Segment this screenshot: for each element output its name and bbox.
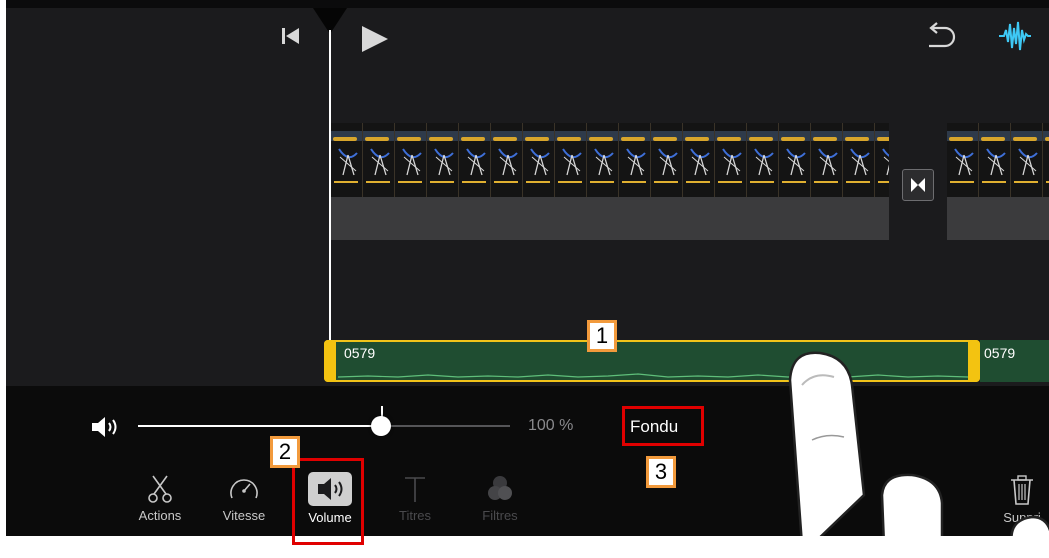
next-video-clip-filmstrip[interactable]	[947, 123, 1049, 197]
video-frame-thumbnail	[715, 123, 747, 197]
tool-filters: Filtres	[464, 474, 536, 523]
tool-titles: Titres	[379, 474, 451, 523]
bowtie-transition-icon	[911, 178, 925, 192]
video-clip-track	[331, 197, 889, 240]
trim-handle-left[interactable]	[324, 340, 336, 382]
video-frame-thumbnail	[555, 123, 587, 197]
video-frame-thumbnail	[651, 123, 683, 197]
tool-label: Vitesse	[222, 508, 266, 523]
pointing-hand-icon	[788, 351, 1049, 536]
volume-tool-callout-box	[292, 458, 364, 545]
status-strip	[6, 0, 1049, 8]
playhead-line	[329, 30, 331, 382]
tool-label: Titres	[398, 508, 432, 523]
audio-waveform-icon[interactable]	[998, 20, 1032, 52]
video-frame-thumbnail	[491, 123, 523, 197]
video-frame-thumbnail	[1011, 123, 1043, 197]
undo-icon[interactable]	[923, 22, 957, 50]
video-frame-thumbnail	[427, 123, 459, 197]
callout-badge-3: 3	[646, 456, 676, 488]
video-frame-thumbnail	[979, 123, 1011, 197]
volume-slider-track-filled[interactable]	[138, 425, 382, 427]
volume-percent: 100 %	[528, 417, 574, 434]
play-icon[interactable]	[360, 25, 390, 53]
video-frame-thumbnail	[587, 123, 619, 197]
callout-badge-2: 2	[270, 436, 300, 468]
video-frame-thumbnail	[683, 123, 715, 197]
video-frame-thumbnail	[875, 123, 889, 197]
video-frame-thumbnail	[459, 123, 491, 197]
video-frame-thumbnail	[395, 123, 427, 197]
tool-label: Filtres	[482, 508, 518, 523]
video-frame-thumbnail	[747, 123, 779, 197]
next-video-clip-track	[947, 197, 1049, 240]
scissors-icon	[148, 475, 172, 503]
skip-to-start-icon[interactable]	[280, 27, 302, 45]
volume-slider-track[interactable]	[382, 425, 510, 427]
speedometer-icon	[230, 479, 258, 499]
title-t-icon	[405, 477, 425, 502]
transition-button[interactable]	[902, 169, 934, 201]
tool-speed[interactable]: Vitesse	[208, 474, 280, 523]
video-editor: 0579 0579 100 % Fondu Actions Vitesse Vo…	[6, 0, 1049, 536]
video-frame-thumbnail	[779, 123, 811, 197]
volume-slider-thumb[interactable]	[371, 416, 391, 436]
filters-icon	[488, 476, 512, 500]
video-frame-thumbnail	[811, 123, 843, 197]
tool-actions[interactable]: Actions	[124, 474, 196, 523]
video-frame-thumbnail	[363, 123, 395, 197]
video-frame-thumbnail	[619, 123, 651, 197]
video-frame-thumbnail	[523, 123, 555, 197]
video-frame-thumbnail	[947, 123, 979, 197]
video-frame-thumbnail	[1043, 123, 1049, 197]
audio-clip-label: 0579	[344, 345, 376, 361]
video-frame-thumbnail	[331, 123, 363, 197]
fade-callout-box	[622, 406, 704, 446]
video-frame-thumbnail	[843, 123, 875, 197]
speaker-icon	[92, 417, 117, 437]
video-clip-filmstrip[interactable]	[331, 123, 889, 197]
tool-label: Actions	[138, 508, 182, 523]
callout-badge-1: 1	[587, 320, 617, 352]
